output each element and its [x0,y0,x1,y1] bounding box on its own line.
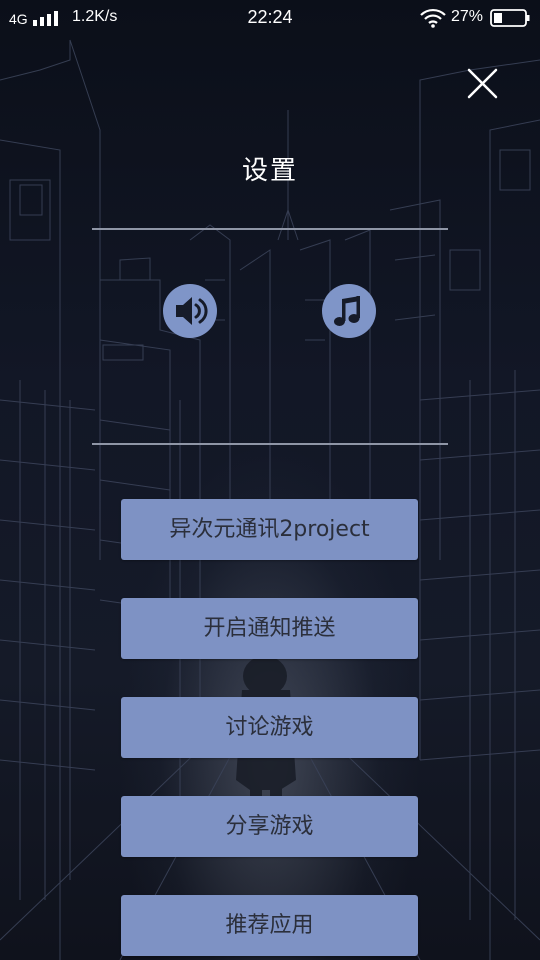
status-bar: 4G 1.2K/s 22:24 27% [0,0,540,36]
battery-percent: 27% [451,8,484,25]
menu-button-share[interactable]: 分享游戏 [121,796,418,857]
close-icon [467,68,498,99]
divider-top [92,228,448,230]
divider-bottom [92,443,448,445]
page-title: 设置 [241,156,298,186]
battery-icon [490,9,530,27]
music-note-icon [334,296,360,326]
sound-toggle-button[interactable] [163,284,217,338]
menu-button-2project[interactable]: 异次元通讯2project [121,499,418,560]
wifi-icon [420,8,446,28]
menu-button-recommend[interactable]: 推荐应用 [121,895,418,956]
speaker-icon [176,297,208,325]
menu-button-discuss[interactable]: 讨论游戏 [121,697,418,758]
close-button[interactable] [458,60,506,108]
menu-button-notifications[interactable]: 开启通知推送 [121,598,418,659]
music-toggle-button[interactable] [322,284,376,338]
